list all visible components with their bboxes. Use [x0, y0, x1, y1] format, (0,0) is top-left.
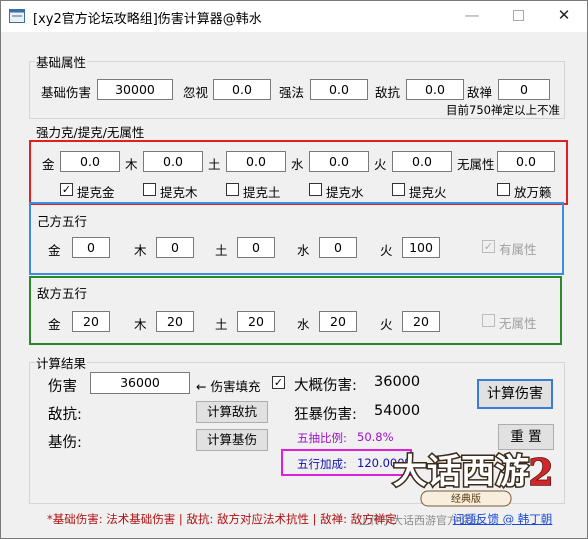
own-elements-title: 己方五行	[36, 211, 89, 230]
enemy-resist-input[interactable]: 0.0	[406, 79, 464, 100]
logo-subtitle: 经典版	[451, 492, 481, 505]
tike-fire-label: 提克火	[409, 185, 447, 200]
approx-damage-value: 36000	[374, 374, 421, 390]
enemy-gold-input[interactable]: 20	[72, 311, 110, 332]
damage-output[interactable]: 36000	[90, 372, 190, 394]
title-bar: [xy2官方论坛攻略组]伤害计算器@韩水 — ✕	[1, 1, 587, 32]
damage-fill-label: ← 伤害填充	[196, 379, 261, 394]
own-water-input[interactable]: 0	[319, 237, 357, 258]
has-attribute-label: 有属性	[499, 242, 537, 257]
damage-fill-checkbox[interactable]: ✓	[272, 376, 285, 389]
enemy-earth-label: 土	[215, 317, 228, 332]
five-ratio-label: 五抽比例:	[297, 431, 347, 445]
minimize-button[interactable]: —	[449, 1, 495, 32]
tike-earth-label: 提克土	[243, 185, 281, 200]
game-logo: 大话西游 2 经典版	[392, 451, 554, 507]
enemy-zen-label: 敌禅	[467, 85, 493, 100]
wanlv-label: 放万籁	[514, 185, 552, 200]
restraint-group-title: 强力克/提克/无属性	[35, 122, 146, 141]
tike-fire-checkbox[interactable]	[392, 183, 405, 196]
zen-note: 目前750禅定以上不准	[446, 103, 560, 117]
restraint-gold-label: 金	[42, 157, 55, 172]
own-water-label: 水	[297, 243, 310, 258]
approx-damage-label: 大概伤害:	[294, 378, 357, 394]
maximize-button[interactable]	[495, 1, 541, 32]
damage-label: 伤害	[48, 379, 77, 395]
crit-damage-label: 狂暴伤害:	[294, 407, 357, 423]
base-damage-input[interactable]: 30000	[97, 79, 173, 100]
tike-gold-checkbox[interactable]: ✓	[60, 183, 73, 196]
own-wood-label: 木	[134, 243, 147, 258]
tike-water-checkbox[interactable]	[309, 183, 322, 196]
footer-legend: *基础伤害: 法术基础伤害 | 敌抗: 敌方对应法术抗性 | 敌禅: 敌方禅定	[47, 512, 397, 526]
has-attribute-checkbox[interactable]: ✓	[482, 240, 495, 253]
own-fire-input[interactable]: 100	[402, 237, 440, 258]
calc-damage-button[interactable]: 计算伤害	[477, 379, 553, 409]
calc-resist-button[interactable]: 计算敌抗	[196, 401, 268, 423]
restraint-water-input[interactable]: 0.0	[309, 151, 369, 172]
app-window: [xy2官方论坛攻略组]伤害计算器@韩水 — ✕ 基础属性 基础伤害 30000…	[0, 0, 588, 539]
restraint-fire-label: 火	[374, 157, 387, 172]
feedback-link[interactable]: 问题反馈 @ 韩丁朝	[453, 511, 552, 527]
enemy-water-label: 水	[297, 317, 310, 332]
app-icon	[9, 9, 25, 23]
enemy-gold-label: 金	[48, 317, 61, 332]
tike-wood-checkbox[interactable]	[143, 183, 156, 196]
enemy-fire-input[interactable]: 20	[402, 311, 440, 332]
ignore-input[interactable]: 0.0	[213, 79, 271, 100]
tike-wood-label: 提克木	[160, 185, 198, 200]
resist-label: 敌抗:	[48, 407, 82, 423]
restraint-none-label: 无属性	[457, 157, 495, 172]
results-group-title: 计算结果	[35, 353, 88, 372]
enemy-zen-input[interactable]: 0	[498, 79, 550, 100]
ignore-label: 忽视	[183, 85, 209, 100]
tike-water-label: 提克水	[326, 185, 364, 200]
tike-gold-label: 提克金	[77, 185, 115, 200]
own-wood-input[interactable]: 0	[156, 237, 194, 258]
own-fire-label: 火	[380, 243, 393, 258]
enemy-water-input[interactable]: 20	[319, 311, 357, 332]
logo-number: 2	[528, 452, 553, 494]
calc-base-button[interactable]: 计算基伤	[196, 429, 268, 451]
own-earth-input[interactable]: 0	[237, 237, 275, 258]
restraint-gold-input[interactable]: 0.0	[60, 151, 120, 172]
no-attribute-checkbox[interactable]	[482, 314, 495, 327]
strong-spell-label: 强法	[279, 85, 305, 100]
crit-damage-value: 54000	[374, 403, 421, 419]
base-damage-label: 基础伤害	[41, 85, 92, 100]
own-gold-input[interactable]: 0	[72, 237, 110, 258]
base-harm-label: 基伤:	[48, 435, 82, 451]
maximize-icon	[512, 10, 524, 21]
no-attribute-label: 无属性	[499, 316, 537, 331]
own-gold-label: 金	[48, 243, 61, 258]
logo-text: 大话西游	[393, 452, 529, 492]
strong-spell-input[interactable]: 0.0	[310, 79, 368, 100]
enemy-earth-input[interactable]: 20	[237, 311, 275, 332]
restraint-earth-input[interactable]: 0.0	[226, 151, 286, 172]
restraint-earth-label: 土	[208, 157, 221, 172]
restraint-fire-input[interactable]: 0.0	[392, 151, 452, 172]
restraint-wood-input[interactable]: 0.0	[143, 151, 203, 172]
restraint-wood-label: 木	[125, 157, 138, 172]
enemy-elements-title: 敌方五行	[36, 283, 89, 302]
enemy-wood-label: 木	[134, 317, 147, 332]
enemy-resist-label: 敌抗	[375, 85, 401, 100]
restraint-water-label: 水	[291, 157, 304, 172]
enemy-fire-label: 火	[380, 317, 393, 332]
restraint-none-input[interactable]: 0.0	[497, 151, 555, 172]
tike-earth-checkbox[interactable]	[226, 183, 239, 196]
close-button[interactable]: ✕	[541, 1, 587, 32]
enemy-wood-input[interactable]: 20	[156, 311, 194, 332]
own-earth-label: 土	[215, 243, 228, 258]
basic-group-title: 基础属性	[35, 52, 88, 71]
wanlv-checkbox[interactable]	[497, 183, 510, 196]
window-title: [xy2官方论坛攻略组]伤害计算器@韩水	[33, 12, 262, 27]
